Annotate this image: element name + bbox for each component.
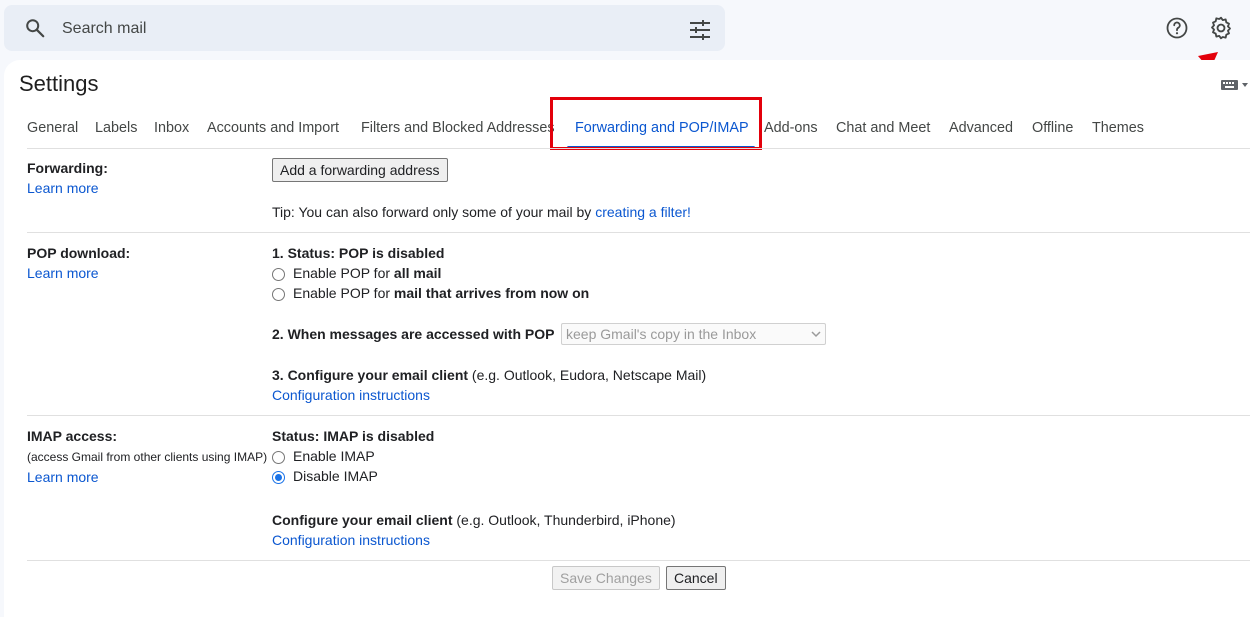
keyboard-icon[interactable] xyxy=(1220,78,1250,92)
gear-icon[interactable] xyxy=(1208,15,1234,41)
imap-access-label: IMAP access: xyxy=(27,428,118,444)
pop-learn-more[interactable]: Learn more xyxy=(27,265,99,281)
imap-configure-client: Configure your email client (e.g. Outloo… xyxy=(272,512,676,528)
top-bar xyxy=(0,0,1250,94)
forwarding-tip: Tip: You can also forward only some of y… xyxy=(272,204,691,220)
imap-learn-more[interactable]: Learn more xyxy=(27,469,99,485)
imap-sublabel: (access Gmail from other clients using I… xyxy=(27,450,268,464)
search-input[interactable] xyxy=(60,15,664,43)
tab-inbox[interactable]: Inbox xyxy=(154,120,189,136)
pop-step2-label: 2. When messages are accessed with POP xyxy=(272,326,555,342)
enable-imap-label: Enable IMAP xyxy=(293,448,375,464)
chevron-down-icon xyxy=(811,331,821,338)
pop-divider xyxy=(27,415,1250,416)
pop-configuration-instructions-link[interactable]: Configuration instructions xyxy=(272,387,430,403)
pop-step3-rest: (e.g. Outlook, Eudora, Netscape Mail) xyxy=(468,367,707,383)
enable-imap-radio[interactable] xyxy=(272,451,285,464)
search-bar[interactable] xyxy=(4,5,725,51)
creating-filter-link[interactable]: creating a filter! xyxy=(595,204,691,220)
pop-action-select[interactable]: keep Gmail's copy in the Inbox xyxy=(561,323,826,345)
help-icon[interactable] xyxy=(1165,16,1189,40)
pop-action-select-value: keep Gmail's copy in the Inbox xyxy=(566,326,757,342)
tab-accounts-and-import[interactable]: Accounts and Import xyxy=(207,120,339,136)
page-title: Settings xyxy=(19,71,99,96)
forwarding-label: Forwarding: xyxy=(27,160,108,176)
pop-step3: 3. Configure your email client (e.g. Out… xyxy=(272,367,706,383)
forwarding-divider xyxy=(27,232,1250,233)
tab-offline[interactable]: Offline xyxy=(1032,120,1073,136)
tab-labels[interactable]: Labels xyxy=(95,120,137,136)
add-forwarding-address-button[interactable]: Add a forwarding address xyxy=(272,158,448,182)
tab-filters[interactable]: Filters and Blocked Addresses xyxy=(361,120,555,136)
pop-from-now-label: Enable POP for mail that arrives from no… xyxy=(293,285,589,301)
imap-config-rest: (e.g. Outlook, Thunderbird, iPhone) xyxy=(452,512,676,528)
imap-configuration-instructions-link[interactable]: Configuration instructions xyxy=(272,532,430,548)
tune-icon[interactable] xyxy=(688,20,712,40)
tab-general[interactable]: General xyxy=(27,120,78,136)
save-changes-button[interactable]: Save Changes xyxy=(552,566,660,590)
pop-from-now-radio[interactable] xyxy=(272,288,285,301)
disable-imap-label: Disable IMAP xyxy=(293,468,378,484)
pop-download-label: POP download: xyxy=(27,245,131,261)
forwarding-tip-text: Tip: You can also forward only some of y… xyxy=(272,204,596,220)
pop-option1-prefix: Enable POP for xyxy=(293,265,394,281)
pop-option2-bold: mail that arrives from now on xyxy=(393,285,590,301)
pop-all-mail-radio[interactable] xyxy=(272,268,285,281)
highlight-box xyxy=(550,97,762,150)
pop-status: 1. Status: POP is disabled xyxy=(272,245,445,261)
cancel-button[interactable]: Cancel xyxy=(666,566,726,590)
imap-config-bold: Configure your email client xyxy=(272,512,453,528)
pop-option1-bold: all mail xyxy=(393,265,442,281)
forwarding-learn-more[interactable]: Learn more xyxy=(27,180,99,196)
disable-imap-radio[interactable] xyxy=(272,471,285,484)
imap-divider xyxy=(27,560,1250,561)
tab-chat-and-meet[interactable]: Chat and Meet xyxy=(836,120,930,136)
tab-themes[interactable]: Themes xyxy=(1092,120,1144,136)
pop-step3-bold: 3. Configure your email client xyxy=(272,367,469,383)
tab-advanced[interactable]: Advanced xyxy=(949,120,1013,136)
search-icon[interactable] xyxy=(24,17,46,39)
pop-option2-prefix: Enable POP for xyxy=(293,285,394,301)
tab-add-ons[interactable]: Add-ons xyxy=(764,120,818,136)
settings-panel: Settings General Labels Inbox Accounts a… xyxy=(4,60,1250,617)
pop-all-mail-label: Enable POP for all mail xyxy=(293,265,441,281)
tabs-divider xyxy=(27,148,1250,149)
imap-status: Status: IMAP is disabled xyxy=(272,428,435,444)
